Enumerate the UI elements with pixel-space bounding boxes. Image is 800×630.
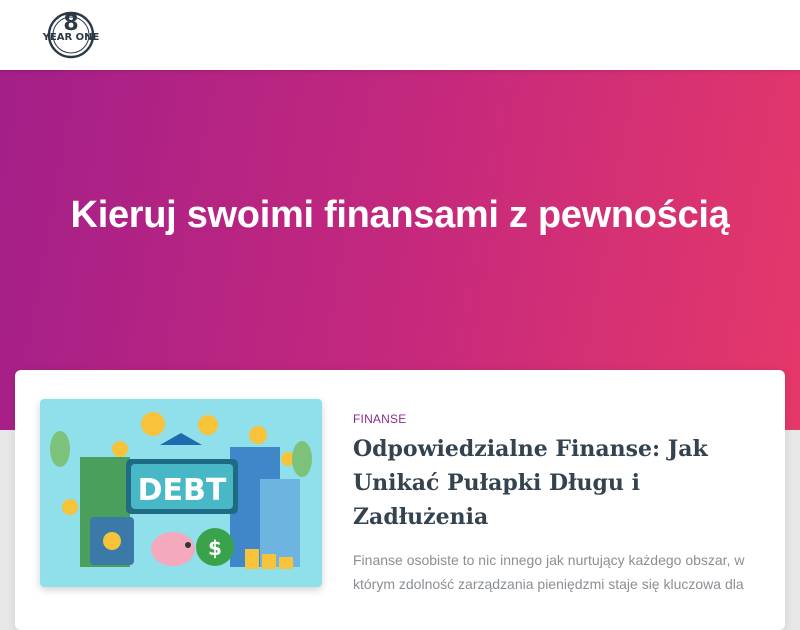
hero-title: Kieruj swoimi finansami z pewnością — [70, 194, 730, 236]
debt-illustration: DEBT $ — [40, 399, 322, 587]
post-card: DEBT $ FINANSE Odpowiedzialne Finanse: J… — [15, 370, 785, 630]
post-category[interactable]: FINANSE — [353, 412, 406, 426]
svg-text:$: $ — [208, 536, 222, 560]
site-logo[interactable]: 8 YEAR ONE — [40, 10, 102, 60]
svg-text:YEAR ONE: YEAR ONE — [42, 32, 100, 43]
site-header: 8 YEAR ONE — [0, 0, 800, 70]
debt-sign-text: DEBT — [138, 473, 227, 508]
post-title[interactable]: Odpowiedzialne Finanse: Jak Unikać Pułap… — [353, 432, 733, 534]
post-excerpt: Finanse osobiste to nic innego jak nurtu… — [353, 552, 745, 592]
post-thumbnail[interactable]: DEBT $ — [40, 399, 322, 587]
